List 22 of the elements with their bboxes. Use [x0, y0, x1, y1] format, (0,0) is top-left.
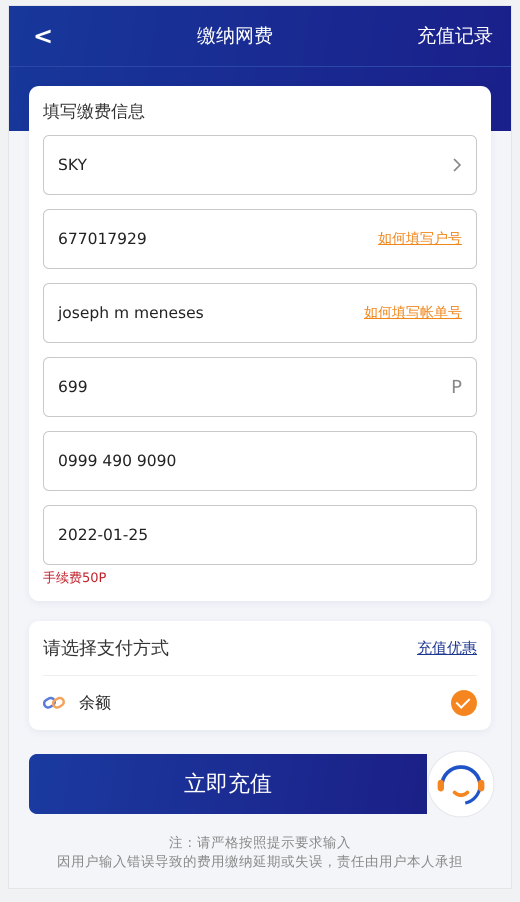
fee-text: 手续费50P [43, 570, 108, 587]
input-field[interactable]: 677017929 如何填写户号 [43, 209, 477, 269]
select-field[interactable]: SKY [43, 135, 477, 195]
note-text: 因用户输入错误导致的费用缴纳延期或失误，责任由用户本人承担 [56, 853, 464, 872]
input-field[interactable]: 699 P [43, 357, 477, 417]
chevron-icon [452, 157, 462, 173]
promo-link[interactable]: 充值优惠 [417, 638, 477, 658]
link-icon [43, 696, 65, 710]
section-title: 填写缴费信息 [43, 101, 146, 123]
radio-check[interactable] [451, 690, 477, 716]
unit-label: P [451, 376, 462, 398]
recharge-history-link[interactable]: 充值记录 [416, 23, 493, 49]
headset-icon[interactable] [427, 750, 495, 818]
recharge-button[interactable]: 立即充值 [29, 754, 427, 814]
section-title: 请选择支付方式 [43, 637, 169, 660]
note-text: 注：请严格按照提示要求输入 [168, 834, 352, 853]
payment-method-label[interactable]: 余额 [79, 692, 437, 714]
page-title: 缴纳网费 [197, 24, 274, 49]
input-field[interactable]: joseph m meneses 如何填写帐单号 [43, 283, 477, 343]
input-field[interactable]: 0999 490 9090 [43, 431, 477, 491]
input-field[interactable]: 2022-01-25 [43, 505, 477, 565]
back-button[interactable]: < [33, 22, 54, 50]
